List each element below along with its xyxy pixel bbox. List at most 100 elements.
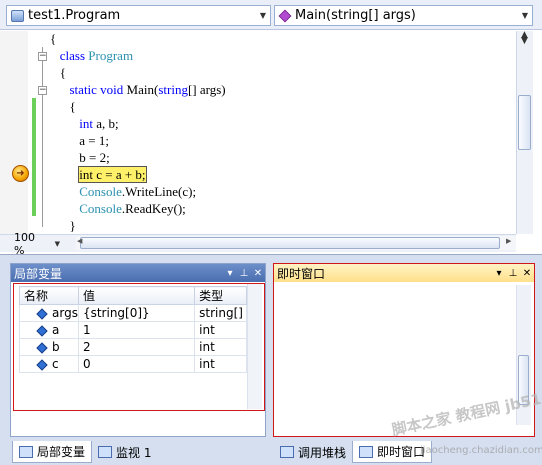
immediate-icon [359,445,373,458]
code-token: Program [88,48,134,63]
code-token: Main( [126,82,159,97]
change-tracking-bar [32,98,36,216]
pin-icon[interactable]: ⊥ [237,268,251,279]
watch-icon [98,446,112,458]
collapse-icon[interactable]: − [38,86,47,95]
code-token: string [158,82,188,97]
code-line[interactable]: Console.ReadKey(); [50,200,510,217]
dropdown-icon[interactable]: ▾ [492,268,506,279]
code-token: .ReadKey(); [121,201,186,216]
code-token: Console [79,184,122,199]
tab-immediate-label: 即时窗口 [377,445,426,459]
code-token: int [79,116,93,131]
variable-value[interactable]: {string[0]} [77,304,196,322]
variable-icon [36,358,48,371]
variable-type: int [194,321,247,339]
code-token: Console [79,201,122,216]
type-combo[interactable]: test1.Program ▼ [6,5,271,26]
scroll-right-icon[interactable]: ▶ [506,237,511,245]
type-combo-label: test1.Program [28,8,121,23]
locals-title-bar[interactable]: 局部变量 ▾ ⊥ ✕ [11,264,265,282]
locals-vertical-scrollbar[interactable] [247,284,262,409]
code-line[interactable]: int a, b; [50,115,510,132]
code-line[interactable]: static void Main(string[] args) [50,81,510,98]
variable-name-cell[interactable]: args [19,304,79,322]
code-line[interactable]: { [50,30,510,47]
column-header-value[interactable]: 值 [77,286,196,305]
column-header-name[interactable]: 名称 [19,286,79,305]
code-token: } [69,218,76,233]
code-editor[interactable]: test1.Program ▼ Main(string[] args) ▼ ➜ … [0,0,542,257]
code-token: b = 2; [79,150,110,165]
table-row[interactable]: args {string[0]} string[] [19,304,247,322]
dropdown-icon[interactable]: ▾ [223,268,237,279]
scroll-left-icon[interactable]: ◀ [77,237,82,245]
variable-type: int [194,338,247,356]
outline-guide [42,47,43,227]
table-row[interactable]: a 1 int [19,321,247,339]
variable-name: b [52,340,60,354]
code-line[interactable]: b = 2; [50,149,510,166]
code-line[interactable]: { [50,98,510,115]
locals-title: 局部变量 [14,266,63,281]
variable-value[interactable]: 2 [77,338,196,356]
variable-value[interactable]: 1 [77,321,196,339]
variable-value[interactable]: 0 [77,355,196,373]
variable-name-cell[interactable]: c [19,355,79,373]
code-line[interactable]: int c = a + b; [50,166,510,183]
variable-name-cell[interactable]: a [19,321,79,339]
watermark-url: jiaocheng.chazidian.com [420,445,542,456]
splitter-icon[interactable]: ▲ ▼ [518,31,531,46]
member-combo[interactable]: Main(string[] args) ▼ [274,5,533,26]
code-line[interactable]: Console.WriteLine(c); [50,183,510,200]
code-area[interactable]: { class Program { static void Main(strin… [50,30,510,234]
tab-callstack[interactable]: 调用堆栈 [274,441,352,463]
method-icon [278,9,292,22]
close-icon[interactable]: ✕ [520,268,534,279]
chevron-down-icon[interactable]: ▼ [256,6,270,25]
chevron-down-icon[interactable]: ▼ [518,6,532,25]
tab-callstack-label: 调用堆栈 [298,445,347,460]
table-row[interactable]: b 2 int [19,338,247,356]
column-header-type[interactable]: 类型 [194,286,247,305]
code-line[interactable]: } [50,217,510,234]
variable-icon [36,307,48,320]
code-line[interactable]: class Program [50,47,510,64]
code-token: { [59,65,66,80]
locals-icon [19,445,33,458]
close-icon[interactable]: ✕ [251,268,265,279]
zoom-combo[interactable]: 100 % ▼ [0,231,60,257]
variable-name: c [52,357,59,371]
code-token: a = 1; [79,133,109,148]
variable-type: int [194,355,247,373]
tab-locals-label: 局部变量 [37,445,86,459]
table-row[interactable]: c 0 int [19,355,247,373]
current-statement-arrow-icon: ➜ [12,165,29,182]
scroll-thumb[interactable] [80,237,500,249]
collapse-icon[interactable]: − [38,52,47,61]
variable-name-cell[interactable]: b [19,338,79,356]
editor-gutter[interactable] [0,31,28,234]
pin-icon[interactable]: ⊥ [506,268,520,279]
code-token: a, b; [92,116,119,131]
variable-icon [36,341,48,354]
code-token: { [69,99,76,114]
code-line[interactable]: a = 1; [50,132,510,149]
tab-watch-label: 监视 1 [116,445,152,460]
class-icon [11,9,24,22]
code-token: class [59,48,89,63]
variable-name: a [52,323,60,337]
code-token: { [50,31,57,46]
code-line[interactable]: { [50,64,510,81]
navigation-bar: test1.Program ▼ Main(string[] args) ▼ [0,0,542,30]
member-combo-label: Main(string[] args) [295,8,416,23]
scroll-thumb[interactable] [518,95,531,150]
immediate-title-bar[interactable]: 即时窗口 ▾ ⊥ ✕ [274,264,534,282]
code-token: static void [69,82,127,97]
tab-watch[interactable]: 监视 1 [92,441,157,463]
locals-table: 名称 值 类型 args {string[0]} string[] a 1 int b 2 in… [19,286,247,373]
locals-header-row: 名称 值 类型 [19,286,247,305]
variable-icon [36,324,48,337]
chevron-down-icon[interactable]: ▼ [55,240,60,248]
tab-locals[interactable]: 局部变量 [12,441,93,463]
